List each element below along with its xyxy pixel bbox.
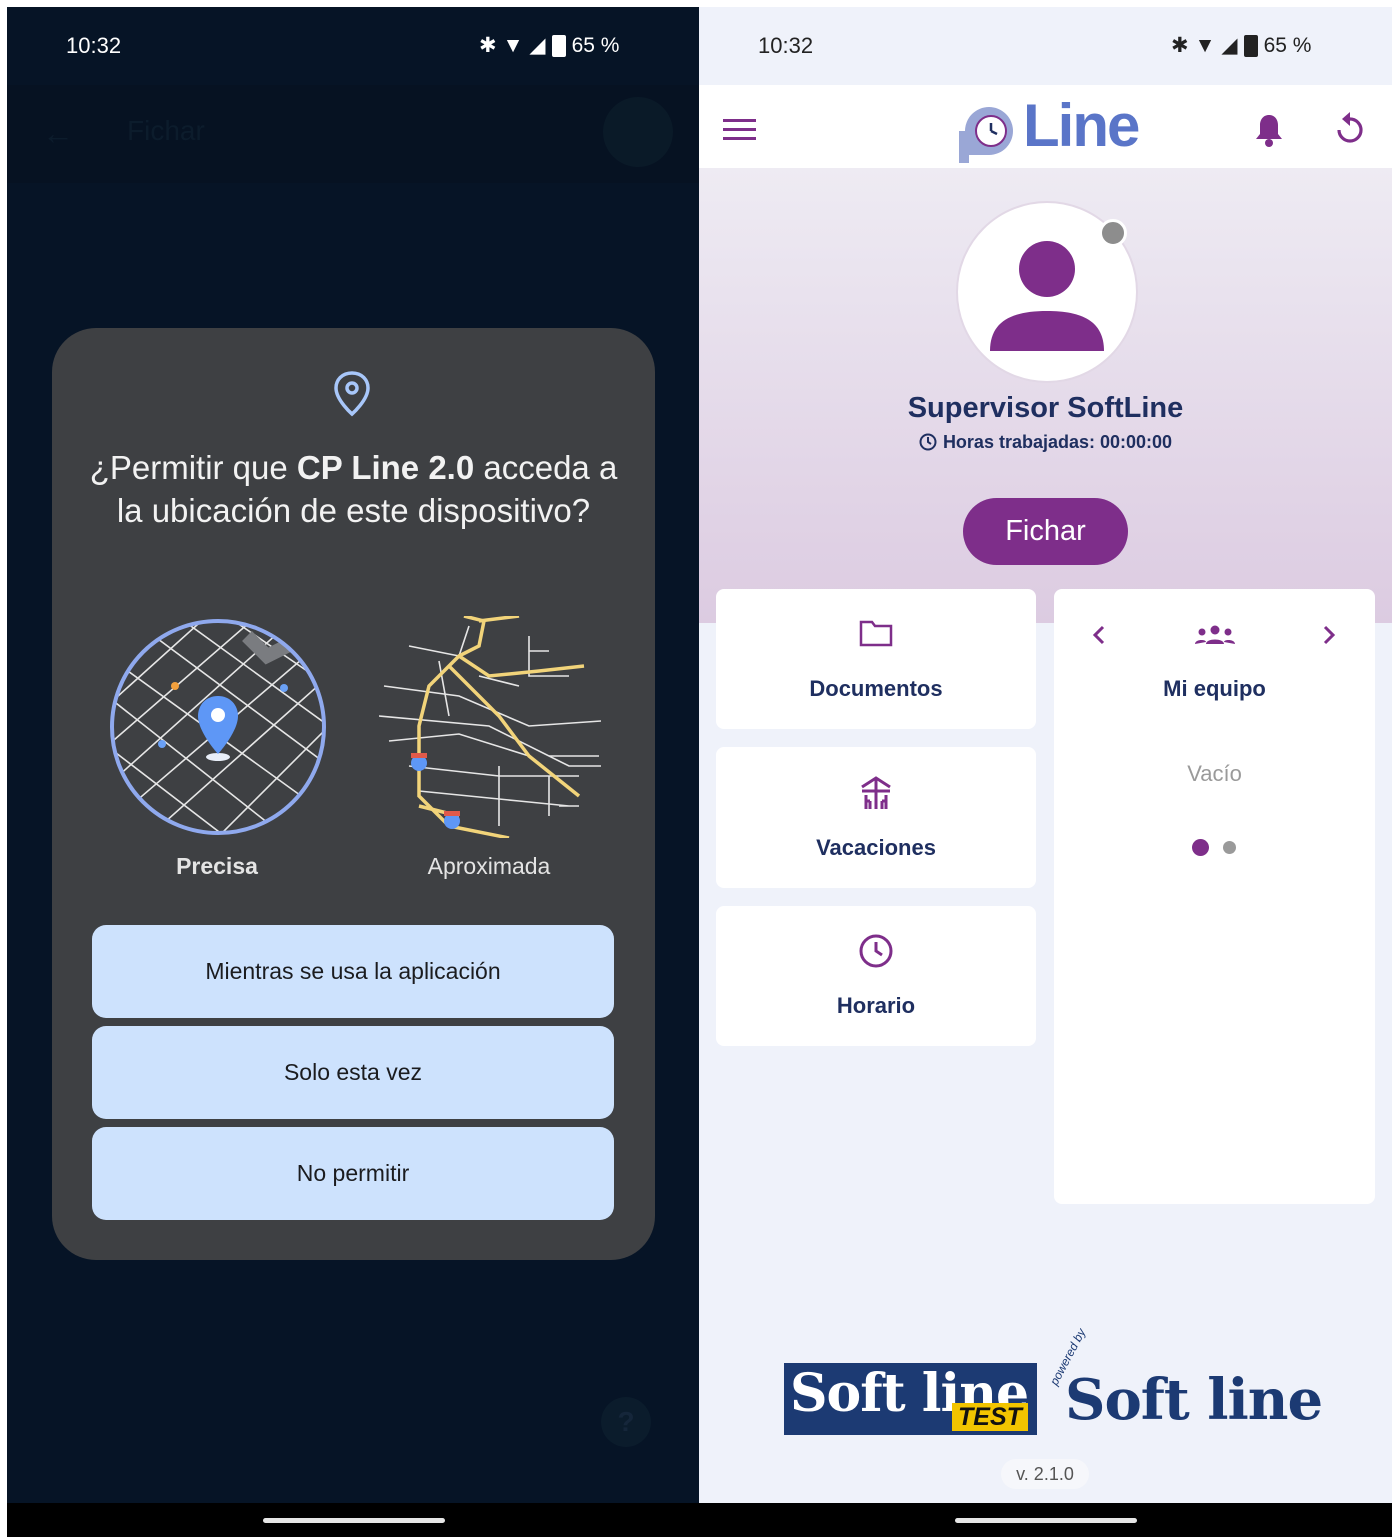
approximate-location-option[interactable] bbox=[379, 616, 601, 838]
team-card: Mi equipo Vacío bbox=[1054, 589, 1375, 1204]
signal-icon: ◢ bbox=[529, 34, 546, 57]
battery-icon bbox=[1243, 34, 1258, 57]
beach-icon bbox=[861, 776, 891, 809]
clock-icon bbox=[919, 433, 937, 451]
back-arrow-icon: ← bbox=[42, 115, 74, 151]
bluetooth-icon: ✱ bbox=[1171, 34, 1189, 57]
tile-horario[interactable]: Horario bbox=[716, 906, 1036, 1046]
cp-line-logo: Line bbox=[955, 92, 1145, 165]
chevron-right-icon[interactable] bbox=[1322, 625, 1336, 645]
home-handle[interactable] bbox=[263, 1518, 445, 1523]
battery-icon bbox=[551, 34, 566, 57]
clock-icon bbox=[859, 934, 893, 968]
folder-icon bbox=[859, 620, 893, 647]
team-icon bbox=[1195, 625, 1235, 644]
status-icons: ✱ ▼ ◢ 65 % bbox=[479, 33, 619, 58]
fichar-button[interactable]: Fichar bbox=[963, 498, 1128, 565]
team-empty-text: Vacío bbox=[1187, 761, 1242, 786]
precise-label: Precisa bbox=[176, 853, 258, 879]
status-time: 10:32 bbox=[66, 33, 122, 58]
approximate-label: Aproximada bbox=[427, 853, 551, 879]
page-indicator-active[interactable] bbox=[1192, 839, 1209, 856]
battery-percent: 65 % bbox=[571, 33, 620, 57]
signal-icon: ◢ bbox=[1221, 34, 1238, 57]
status-icons: ✱ ▼ ◢ 65 % bbox=[1171, 33, 1311, 58]
allow-while-using-button[interactable]: Mientras se usa la aplicación bbox=[92, 925, 614, 1018]
team-title: Mi equipo bbox=[1163, 676, 1266, 701]
tile-label: Documentos bbox=[809, 676, 943, 701]
status-bar: 10:32 ✱ ▼ ◢ 65 % bbox=[699, 7, 1392, 85]
allow-once-button[interactable]: Solo esta vez bbox=[92, 1026, 614, 1119]
user-icon bbox=[990, 241, 1104, 351]
location-pin-icon bbox=[334, 371, 370, 417]
hours-worked: Horas trabajadas: 00:00:00 bbox=[699, 432, 1392, 453]
permission-screen: 10:32 ✱ ▼ ◢ 65 % ← Fichar ? ¿Permitir qu… bbox=[7, 7, 699, 1537]
clock-logo-icon bbox=[959, 107, 1013, 163]
page-indicator[interactable] bbox=[1223, 841, 1236, 854]
status-bar: 10:32 ✱ ▼ ◢ 65 % bbox=[7, 7, 699, 85]
powered-by-softline-logo: powered by Soft line bbox=[1047, 1326, 1323, 1433]
tile-label: Horario bbox=[836, 993, 916, 1018]
background-title: Fichar bbox=[127, 115, 205, 146]
status-time: 10:32 bbox=[758, 33, 814, 58]
refresh-icon[interactable] bbox=[1335, 111, 1365, 145]
home-screen: 10:32 ✱ ▼ ◢ 65 % Line Supervisor SoftLin… bbox=[699, 7, 1392, 1537]
deny-button[interactable]: No permitir bbox=[92, 1127, 614, 1220]
bell-icon[interactable] bbox=[1255, 113, 1283, 147]
logo-text: Line bbox=[1023, 92, 1140, 159]
version-badge: v. 2.1.0 bbox=[1001, 1459, 1089, 1489]
location-permission-dialog: ¿Permitir que CP Line 2.0 acceda a la ub… bbox=[52, 328, 655, 1260]
battery-percent: 65 % bbox=[1263, 33, 1312, 57]
background-app-bar bbox=[7, 85, 699, 183]
nav-bar bbox=[699, 1503, 1392, 1537]
app-header: Line bbox=[699, 85, 1392, 168]
tile-documentos[interactable]: Documentos bbox=[716, 589, 1036, 729]
user-name: Supervisor SoftLine bbox=[907, 392, 1184, 424]
wifi-icon: ▼ bbox=[502, 33, 524, 57]
softline-test-logo: Soft line TEST bbox=[784, 1363, 1037, 1435]
tile-label: Vacaciones bbox=[816, 835, 936, 860]
nav-bar bbox=[7, 1503, 699, 1537]
bluetooth-icon: ✱ bbox=[479, 34, 497, 57]
precise-location-option[interactable] bbox=[107, 616, 329, 838]
tile-vacaciones[interactable]: Vacaciones bbox=[716, 747, 1036, 888]
background-avatar bbox=[603, 97, 673, 167]
menu-icon[interactable] bbox=[723, 119, 756, 141]
chevron-left-icon[interactable] bbox=[1092, 625, 1106, 645]
wifi-icon: ▼ bbox=[1194, 33, 1216, 57]
home-handle[interactable] bbox=[955, 1518, 1137, 1523]
dialog-title: ¿Permitir que CP Line 2.0 acceda a la ub… bbox=[89, 449, 618, 529]
presence-dot bbox=[1099, 219, 1127, 247]
help-icon: ? bbox=[601, 1397, 651, 1447]
